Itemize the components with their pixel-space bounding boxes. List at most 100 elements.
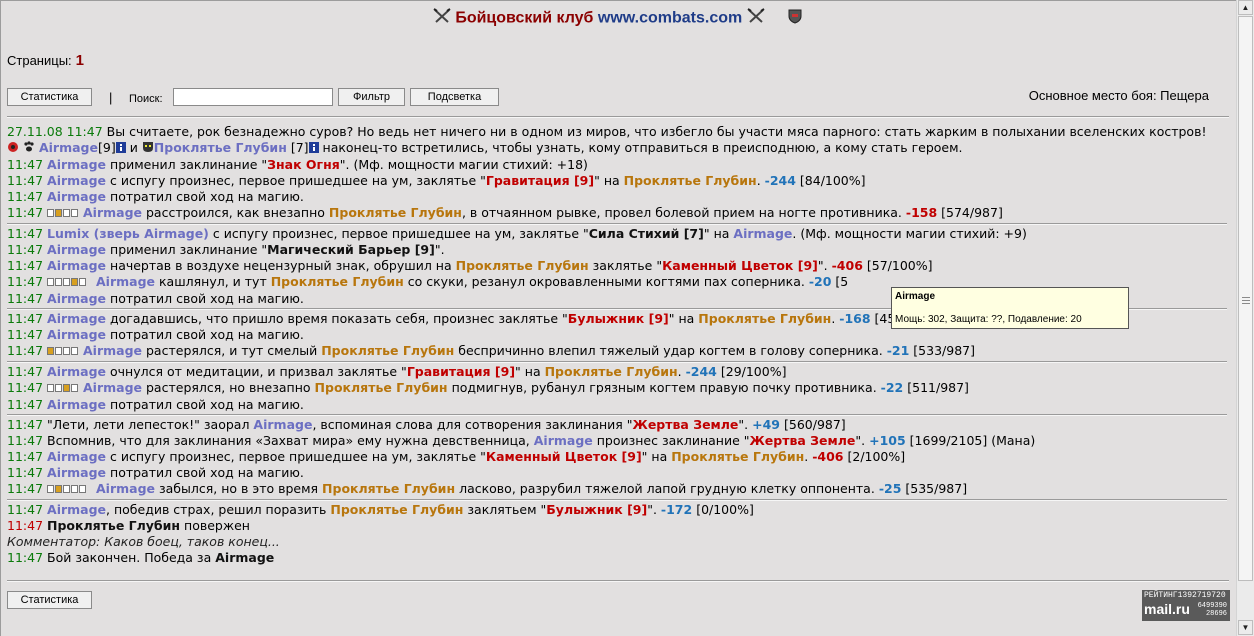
- info-icon[interactable]: [115, 141, 126, 157]
- page-link-1[interactable]: 1: [76, 52, 84, 69]
- spell-name: Сила Стихий [7]: [588, 225, 704, 241]
- player-name[interactable]: Проклятье Глубин: [329, 205, 462, 220]
- divider: [7, 580, 1229, 582]
- log-entry-intro: 27.11.08 11:47 Вы считаете, рок безнадеж…: [7, 124, 1227, 140]
- spell-name: Булыжник [9]: [546, 501, 648, 517]
- log-entry: 11:47 Airmage растерялся, и тут смелый П…: [7, 342, 975, 360]
- crossed-swords-icon: [433, 8, 451, 29]
- vertical-scrollbar[interactable]: ▲ ▼: [1236, 0, 1254, 636]
- player-name[interactable]: Проклятье Глубин: [330, 502, 463, 517]
- log-time: 11:47: [66, 124, 103, 139]
- player-name[interactable]: Проклятье Глубин: [624, 173, 757, 188]
- battle-location: Основное место боя: Пещера: [1028, 88, 1209, 103]
- conjunction: и: [129, 140, 138, 155]
- round-divider: [7, 413, 1227, 416]
- player-name[interactable]: Airmage: [534, 433, 593, 448]
- player-name[interactable]: Airmage: [733, 226, 792, 241]
- player-name[interactable]: Airmage: [47, 502, 106, 517]
- player-name[interactable]: Проклятье Глубин: [315, 380, 448, 395]
- player-name[interactable]: Airmage: [253, 417, 312, 432]
- log-entry: 11:47 "Лети, лети лепесток!" заорал Airm…: [7, 416, 846, 432]
- player-name[interactable]: Airmage: [47, 157, 106, 172]
- scroll-thumb[interactable]: [1238, 16, 1253, 581]
- player-name[interactable]: Airmage: [83, 343, 142, 358]
- damage-value: -406: [831, 257, 863, 273]
- player-name[interactable]: Airmage: [47, 189, 106, 204]
- mailru-rating-counter[interactable]: РЕЙТИНГ1392719720 mail.ru 6499390 28696: [1142, 590, 1230, 621]
- player-name[interactable]: Airmage: [47, 173, 106, 188]
- log-entry: 11:47 Airmage с испугу произнес, первое …: [7, 448, 906, 464]
- player-name[interactable]: Проклятье Глубин: [671, 449, 804, 464]
- round-divider: [7, 222, 1227, 225]
- tooltip-stats: Мощь: 302, Защита: ??, Подавление: 20: [895, 314, 1082, 325]
- player-name[interactable]: Проклятье Глубин: [322, 481, 455, 496]
- damage-value: -406: [812, 448, 844, 464]
- player-name[interactable]: Airmage: [47, 311, 106, 326]
- damage-value: -244: [685, 363, 717, 379]
- player-name[interactable]: Проклятье Глубин: [321, 343, 454, 358]
- player-name[interactable]: Airmage: [47, 465, 106, 480]
- spell-name: Магический Барьер [9]: [267, 241, 435, 257]
- player-name[interactable]: Проклятье Глубин: [456, 258, 589, 273]
- player-name[interactable]: Airmage: [47, 242, 106, 257]
- damage-value: -172: [660, 501, 693, 517]
- player-proklyatie[interactable]: Проклятье Глубин: [154, 140, 287, 155]
- log-entry: 11:47 Проклятье Глубин повержен: [7, 517, 250, 533]
- damage-value: -22: [880, 379, 904, 395]
- log-entry: 11:47 Airmage потратил свой ход на магию…: [7, 188, 304, 204]
- player-name[interactable]: Airmage: [83, 380, 142, 395]
- player-name[interactable]: Airmage: [47, 258, 106, 273]
- scroll-down-arrow-icon[interactable]: ▼: [1238, 620, 1253, 635]
- player-name[interactable]: Airmage: [96, 481, 155, 496]
- hit-zones-icon: [47, 206, 79, 222]
- player-name[interactable]: Проклятье Глубин: [47, 518, 180, 533]
- tooltip-player-name: Airmage: [895, 291, 936, 302]
- search-label: Поиск:: [129, 93, 163, 105]
- clan-emblem-icon: [7, 141, 19, 157]
- player-name[interactable]: Проклятье Глубин: [545, 364, 678, 379]
- round-divider: [7, 498, 1227, 501]
- log-entry: 11:47 Вспомнив, что для заклинания «Захв…: [7, 432, 1036, 448]
- spell-name: Гравитация [9]: [406, 363, 516, 379]
- crossed-swords-icon: [747, 8, 765, 29]
- toolbar-separator: |: [109, 90, 113, 105]
- player-name[interactable]: Airmage: [47, 397, 106, 412]
- hit-zones-icon: [47, 381, 79, 397]
- player-name[interactable]: Lumix (зверь Airmage): [47, 226, 209, 241]
- info-icon[interactable]: [308, 141, 319, 157]
- player-name[interactable]: Airmage: [47, 327, 106, 342]
- thumb-grip: [1242, 300, 1250, 301]
- filter-button[interactable]: Фильтр: [338, 88, 405, 106]
- player-level: [7]: [290, 140, 309, 155]
- log-entry: 11:47 Airmage применил заклинание "Магич…: [7, 241, 445, 257]
- player-name[interactable]: Airmage: [47, 449, 106, 464]
- hit-zones-icon: [47, 344, 79, 360]
- log-entry: 11:47 Airmage потратил свой ход на магию…: [7, 464, 304, 480]
- highlight-button[interactable]: Подсветка: [410, 88, 499, 106]
- rating-id: 1392719720: [1177, 591, 1226, 600]
- player-name[interactable]: Airmage: [96, 274, 155, 289]
- player-tooltip: Airmage Мощь: 302, Защита: ??, Подавлени…: [891, 287, 1129, 329]
- log-entry: 11:47 Airmage, победив страх, решил пора…: [7, 501, 754, 517]
- winner-name[interactable]: Airmage: [215, 550, 274, 565]
- mailru-logo: mail.ru: [1144, 601, 1190, 617]
- toolbar: Статистика | Поиск: Фильтр Подсветка Осн…: [7, 88, 1231, 108]
- player-name[interactable]: Проклятье Глубин: [698, 311, 831, 326]
- statistics-button-bottom[interactable]: Статистика: [7, 591, 92, 609]
- damage-value: -25: [878, 480, 902, 496]
- heal-value: +49: [752, 416, 781, 432]
- player-name[interactable]: Airmage: [47, 291, 106, 306]
- player-name[interactable]: Airmage: [47, 364, 106, 379]
- player-airmage[interactable]: Airmage: [39, 140, 98, 155]
- shield-emblem-icon[interactable]: [787, 8, 803, 29]
- player-name[interactable]: Airmage: [83, 205, 142, 220]
- pages-label: Страницы:: [7, 53, 72, 68]
- round-divider: [7, 360, 1227, 363]
- statistics-button[interactable]: Статистика: [7, 88, 92, 106]
- player-name[interactable]: Проклятье Глубин: [271, 274, 404, 289]
- site-link[interactable]: www.combats.com: [598, 10, 742, 27]
- search-input[interactable]: [173, 88, 333, 106]
- log-entry: 11:47 Lumix (зверь Airmage) с испугу про…: [7, 225, 1027, 241]
- spell-name: Булыжник [9]: [567, 310, 669, 326]
- scroll-up-arrow-icon[interactable]: ▲: [1238, 0, 1253, 15]
